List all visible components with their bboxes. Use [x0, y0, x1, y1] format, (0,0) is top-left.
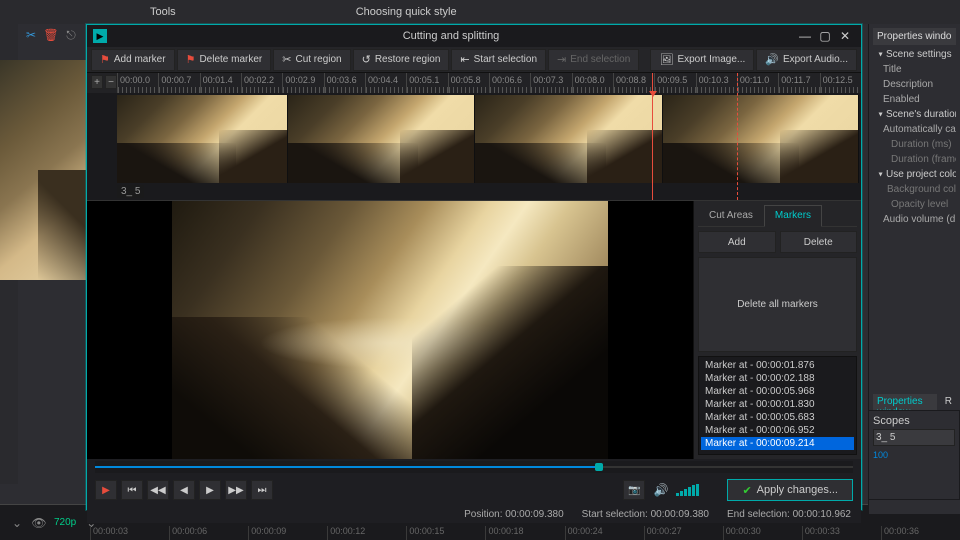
thumbnail[interactable] — [475, 95, 663, 183]
preview-frame — [172, 201, 608, 459]
props-scene-duration[interactable]: Scene's duration — [873, 107, 956, 122]
minimize-button[interactable]: — — [795, 26, 815, 46]
props-title-row[interactable]: Title — [873, 62, 956, 77]
video-preview[interactable] — [87, 201, 693, 459]
marker-delete-button[interactable]: Delete — [780, 231, 858, 253]
marker-item[interactable]: Marker at - 00:00:06.952 — [701, 424, 854, 437]
tab-cut-areas[interactable]: Cut Areas — [698, 205, 764, 226]
props-use-project-color[interactable]: Use project color — [873, 167, 956, 182]
export-image-icon: 🖼 — [659, 53, 673, 66]
status-end-selection: 00:00:10.962 — [793, 509, 851, 520]
scopes-clip-input[interactable] — [873, 429, 955, 446]
props-audio-volume[interactable]: Audio volume (dB) — [873, 212, 956, 227]
add-marker-button[interactable]: ⚑Add marker — [91, 49, 175, 71]
timeline-ruler[interactable]: + − 00:00.0 00:00.7 00:01.4 00:02.2 00:0… — [87, 73, 861, 93]
bg-timeline-ruler[interactable]: 00:00:03 00:00:06 00:00:09 00:00:12 00:0… — [90, 526, 960, 540]
undo-icon: ↺ — [362, 53, 371, 66]
dialog-title: Cutting and splitting — [107, 30, 795, 42]
cut-region-button[interactable]: ✂Cut region — [273, 49, 350, 71]
volume-icon[interactable]: 🔊 — [649, 483, 672, 497]
close-button[interactable]: ✕ — [835, 26, 855, 46]
scrub-bar[interactable] — [95, 461, 853, 473]
marker-list[interactable]: Marker at - 00:00:01.876 Marker at - 00:… — [698, 356, 857, 455]
step-back-button[interactable]: ◀ — [173, 480, 195, 500]
chevron-down-icon[interactable]: ⌄ — [10, 516, 24, 530]
marker-item[interactable]: Marker at - 00:00:02.188 — [701, 372, 854, 385]
selection-end-marker[interactable] — [737, 73, 738, 200]
scopes-title: Scopes — [873, 415, 955, 427]
scopes-value: 100 — [873, 450, 955, 460]
zoom-out-button[interactable]: − — [105, 75, 117, 89]
step-forward-button[interactable]: ▶ — [199, 480, 221, 500]
playhead-cursor[interactable] — [652, 73, 653, 200]
props-duration-frames: Duration (frames — [873, 152, 956, 167]
eye-icon[interactable]: 👁 — [32, 516, 46, 530]
marker-item[interactable]: Marker at - 00:00:09.214 — [701, 437, 854, 450]
delete-marker-button[interactable]: ⚑Delete marker — [177, 49, 272, 71]
marker-add-button[interactable]: Add — [698, 231, 776, 253]
menu-tools[interactable]: Tools — [150, 6, 176, 18]
main-menu-bar: Tools Choosing quick style — [0, 0, 960, 24]
status-position: 00:00:09.380 — [505, 509, 563, 520]
cutting-splitting-dialog: ▶ Cutting and splitting — ▢ ✕ ⚑Add marke… — [86, 24, 862, 510]
apply-changes-button[interactable]: ✔ Apply changes... — [727, 479, 853, 501]
restore-region-button[interactable]: ↺Restore region — [353, 49, 450, 71]
marker-item[interactable]: Marker at - 00:00:05.683 — [701, 411, 854, 424]
scissors-icon: ✂ — [282, 53, 291, 66]
properties-title: Properties windo — [873, 28, 956, 45]
playback-controls: ▶ ⏮ ◀◀ ◀ ▶ ▶▶ ⏭ 📷 🔊 ✔ Apply changes... — [87, 475, 861, 505]
timeline-thumbnails[interactable] — [87, 93, 861, 185]
marker-item[interactable]: Marker at - 00:00:05.968 — [701, 385, 854, 398]
export-image-button[interactable]: 🖼Export Image... — [650, 49, 754, 71]
bg-scene-preview — [0, 60, 95, 280]
volume-level[interactable] — [676, 484, 699, 496]
end-selection-button: ⇥End selection — [548, 49, 639, 71]
flag-icon: ⚑ — [100, 53, 110, 66]
marker-item[interactable]: Marker at - 00:00:01.830 — [701, 398, 854, 411]
thumbnail[interactable] — [288, 95, 476, 183]
marker-item[interactable]: Marker at - 00:00:01.876 — [701, 359, 854, 372]
export-audio-button[interactable]: 🔊Export Audio... — [756, 49, 857, 71]
thumbnail[interactable] — [117, 95, 288, 183]
dialog-titlebar[interactable]: ▶ Cutting and splitting — ▢ ✕ — [87, 25, 861, 47]
dialog-toolbar: ⚑Add marker ⚑Delete marker ✂Cut region ↺… — [87, 47, 861, 73]
tab-choosing-quick-style[interactable]: Choosing quick style — [356, 6, 457, 18]
flag-remove-icon: ⚑ — [186, 53, 196, 66]
status-bar: Position: 00:00:09.380 Start selection: … — [87, 505, 861, 523]
export-audio-icon: 🔊 — [765, 53, 779, 66]
app-icon: ▶ — [93, 29, 107, 43]
props-auto-calc[interactable]: Automatically cal — [873, 122, 956, 137]
markers-side-panel: Cut Areas Markers Add Delete Delete all … — [693, 201, 861, 459]
clip-timeline[interactable]: + − 00:00.0 00:00.7 00:01.4 00:02.2 00:0… — [87, 73, 861, 201]
check-icon: ✔ — [742, 484, 751, 497]
skip-end-button[interactable]: ⏭ — [251, 480, 273, 500]
thumbnail[interactable] — [663, 95, 859, 183]
play-button[interactable]: ▶ — [95, 480, 117, 500]
delete-all-markers-button[interactable]: Delete all markers — [698, 257, 857, 352]
props-enabled[interactable]: Enabled — [873, 92, 956, 107]
props-scene-settings[interactable]: Scene settings — [873, 47, 956, 62]
props-duration-ms: Duration (ms) — [873, 137, 956, 152]
props-opacity: Opacity level — [873, 197, 956, 212]
start-bracket-icon: ⇤ — [460, 53, 469, 66]
status-start-selection: 00:00:09.380 — [651, 509, 709, 520]
start-selection-button[interactable]: ⇤Start selection — [451, 49, 546, 71]
skip-start-button[interactable]: ⏮ — [121, 480, 143, 500]
props-bg-color: Background colo — [873, 182, 956, 197]
next-frame-button[interactable]: ▶▶ — [225, 480, 247, 500]
zoom-in-button[interactable]: + — [91, 75, 103, 89]
tab-markers[interactable]: Markers — [764, 205, 822, 227]
props-description[interactable]: Description — [873, 77, 956, 92]
delete-icon[interactable]: 🗑 — [44, 28, 58, 42]
maximize-button[interactable]: ▢ — [815, 26, 835, 46]
cut-icon[interactable]: ✂ — [24, 28, 38, 42]
end-bracket-icon: ⇥ — [557, 53, 566, 66]
link-icon[interactable]: ⎋ — [64, 28, 78, 42]
prev-frame-button[interactable]: ◀◀ — [147, 480, 169, 500]
scopes-panel: Scopes 100 — [868, 410, 960, 500]
snapshot-button[interactable]: 📷 — [623, 480, 645, 500]
clip-name-label: 3_ 5 — [117, 185, 144, 198]
resolution-badge[interactable]: 720p — [54, 517, 76, 528]
